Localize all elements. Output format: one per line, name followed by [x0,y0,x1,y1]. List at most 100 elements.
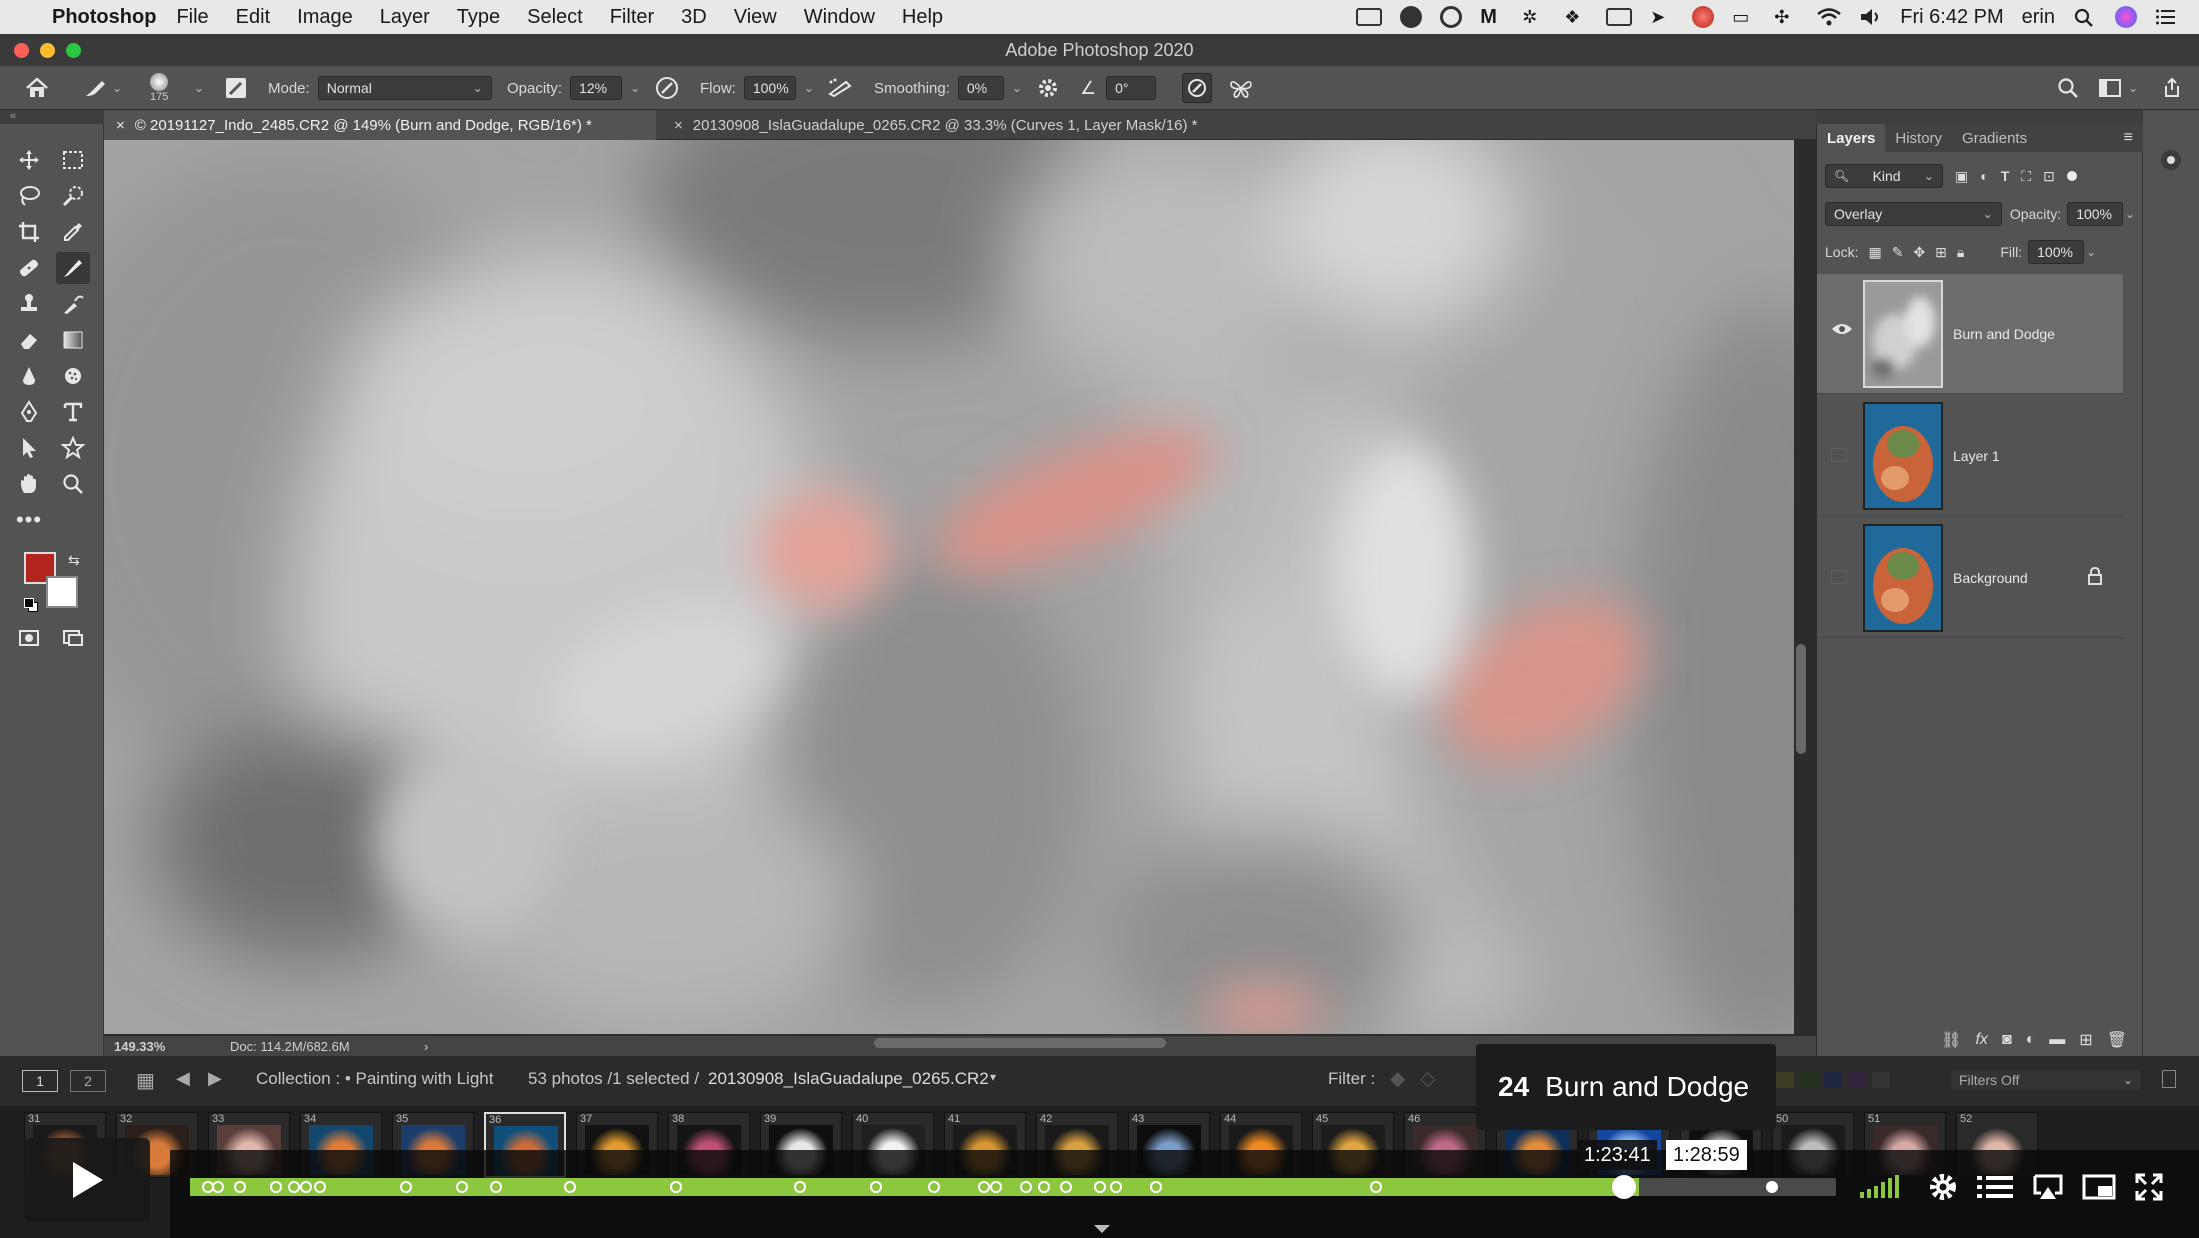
delete-layer-icon[interactable]: 🗑︎ [2107,1030,2127,1050]
back-arrow-icon[interactable]: ◀ [176,1068,190,1089]
menu-file[interactable]: File [176,6,208,29]
share-icon[interactable] [2160,66,2184,110]
user-name[interactable]: erin [2022,6,2055,29]
lock-artboard-icon[interactable]: ⊞ [1935,244,1947,261]
blend-mode-select[interactable]: Overlay ⌄ [1825,202,2002,226]
flow-input[interactable]: 100% [743,76,796,100]
panel-menu-icon[interactable]: ≡ [2124,129,2133,147]
chapter-marker[interactable] [1060,1181,1072,1193]
brush-settings-icon[interactable] [224,66,248,110]
filters-select[interactable]: Filters Off ⌄ [1950,1069,2142,1091]
doc-tab-islaguadalupe[interactable]: × 20130908_IslaGuadalupe_0265.CR2 @ 33.3… [662,110,1362,140]
chapter-marker[interactable] [270,1181,282,1193]
volume-bars-icon[interactable] [1858,1170,1902,1204]
layer-visibility-toggle[interactable] [1831,448,1847,462]
chapters-list-icon[interactable] [1976,1170,2014,1204]
healing-brush-tool-icon[interactable] [12,252,46,284]
gradient-tool-icon[interactable] [56,324,90,356]
default-colors-icon[interactable] [24,598,38,612]
layer-row-burn-and-dodge[interactable]: Burn and Dodge [1817,274,2123,394]
background-color-swatch[interactable] [46,576,78,608]
chapter-marker[interactable] [870,1181,882,1193]
chapter-marker[interactable] [234,1181,246,1193]
camera-app-icon[interactable] [1606,8,1633,26]
filter-lock-icon[interactable] [2162,1070,2176,1088]
clock[interactable]: Fri 6:42 PM [1900,6,2003,29]
home-icon[interactable] [24,66,50,110]
play-button[interactable] [24,1138,150,1222]
filter-pixel-icon[interactable]: ▣ [1955,168,1968,185]
brush-preset-picker[interactable]: ⌄ [82,66,122,110]
chapter-marker[interactable] [564,1181,576,1193]
panel-collapse-strip[interactable]: » [1816,110,2170,124]
plugin-icon[interactable]: ✣ [1774,7,1798,27]
filter-toggle-icon[interactable] [2066,171,2077,181]
menu-help[interactable]: Help [902,6,943,29]
canvas-horizontal-scrollbar[interactable] [874,1038,1166,1048]
zoom-tool-icon[interactable] [56,468,90,500]
layer-style-fx-icon[interactable]: fx [1975,1031,1987,1049]
chapter-marker[interactable] [1094,1181,1106,1193]
layer-opacity-dropdown-icon[interactable]: ⌄ [2125,207,2135,221]
type-tool-icon[interactable] [56,396,90,428]
scrubber-handle[interactable] [1612,1175,1636,1199]
page-2-button[interactable]: 2 [70,1070,106,1092]
spotlight-search-icon[interactable] [2073,7,2097,27]
chapter-marker[interactable] [456,1181,468,1193]
layer-visibility-eye-icon[interactable] [1831,322,1853,339]
chapter-marker[interactable] [1020,1181,1032,1193]
arrow-app-icon[interactable]: ➤ [1650,7,1674,27]
quick-mask-icon[interactable] [12,622,46,654]
menu-type[interactable]: Type [457,6,500,29]
menu-select[interactable]: Select [527,6,583,29]
minimize-window-button[interactable] [40,43,55,58]
filter-smart-object-icon[interactable]: ⊡ [2043,168,2055,185]
chapter-marker[interactable] [990,1181,1002,1193]
pressure-opacity-icon[interactable] [654,66,680,110]
video-progress-track[interactable] [190,1178,1836,1196]
collapse-arrow-icon[interactable] [1092,1222,1112,1234]
grid-view-icon[interactable]: ▦ [136,1068,155,1093]
dropbox-icon[interactable]: ❖ [1564,7,1588,27]
chapter-marker[interactable] [928,1181,940,1193]
chapter-marker[interactable] [1766,1181,1778,1193]
menu-view[interactable]: View [734,6,777,29]
blur-tool-icon[interactable] [12,360,46,392]
creative-cloud-icon[interactable] [1400,6,1423,28]
forward-arrow-icon[interactable]: ▶ [208,1068,222,1089]
move-tool-icon[interactable] [12,144,46,176]
m-app-icon[interactable]: M [1480,7,1504,27]
smoothing-input[interactable]: 0% [957,76,1004,100]
menu-image[interactable]: Image [297,6,353,29]
history-brush-tool-icon[interactable] [56,288,90,320]
chapter-marker[interactable] [1038,1181,1050,1193]
crop-tool-icon[interactable] [12,216,46,248]
chapter-marker[interactable] [670,1181,682,1193]
collapsed-panel-icon[interactable] [2161,150,2181,170]
adjustment-layer-icon[interactable]: ◐ [2026,1031,2036,1049]
filename-dropdown-icon[interactable]: ▾ [990,1070,996,1084]
fullscreen-icon[interactable] [2134,1170,2164,1204]
layer-visibility-toggle[interactable] [1831,570,1847,584]
doc-tab-indo[interactable]: × © 20191127_Indo_2485.CR2 @ 149% (Burn … [104,110,656,140]
opacity-dropdown-icon[interactable]: ⌄ [630,81,640,95]
airplay-icon[interactable]: ▭ [1732,7,1756,27]
layer-name[interactable]: Background [1953,570,2028,586]
link-layers-icon[interactable]: ⛓ [1941,1030,1961,1050]
layer-name[interactable]: Layer 1 [1953,448,2000,464]
close-tab-icon[interactable]: × [674,117,683,134]
smoothing-settings-gear-icon[interactable] [1036,66,1060,110]
tab-gradients[interactable]: Gradients [1952,124,2037,152]
notification-center-icon[interactable] [2155,7,2179,27]
quick-selection-tool-icon[interactable] [56,180,90,212]
layer-row-layer-1[interactable]: Layer 1 [1817,396,2123,516]
opacity-input[interactable]: 12% [570,76,623,100]
screen-mode-icon[interactable] [56,622,90,654]
picture-in-picture-icon[interactable] [2082,1170,2116,1204]
search-icon[interactable] [2056,66,2080,110]
pen-tool-icon[interactable] [12,396,46,428]
tools-collapse-strip[interactable]: « [0,110,104,124]
fill-input[interactable]: 100% [2028,240,2085,264]
flow-dropdown-icon[interactable]: ⌄ [804,81,814,95]
tab-history[interactable]: History [1885,124,1952,152]
